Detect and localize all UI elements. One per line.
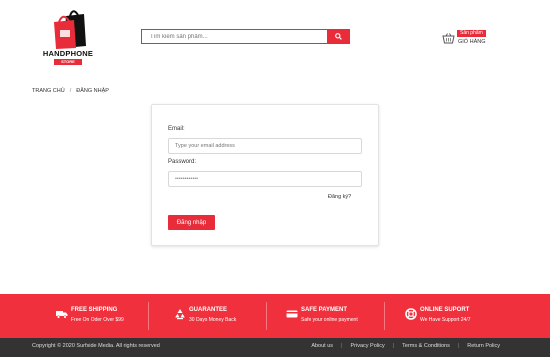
feature-subtitle: Safe your online payment [301, 317, 358, 323]
breadcrumb: TRANG CHỦ / ĐĂNG NHẬP [32, 88, 109, 94]
breadcrumb-home[interactable]: TRANG CHỦ [32, 88, 65, 94]
header: HANDPHONE STORE Sản phẩm GIỎ HÀNG [0, 0, 550, 80]
lifebuoy-icon [405, 308, 417, 320]
footer-link-about[interactable]: About us [311, 343, 333, 349]
login-button[interactable]: Đăng nhập [168, 215, 215, 230]
shopping-bags-icon [54, 10, 86, 49]
footer-link-divider: | [392, 343, 395, 349]
footer-link-divider: | [457, 343, 460, 349]
cart-button[interactable]: Sản phẩm GIỎ HÀNG [442, 30, 502, 48]
footer-links: About us | Privacy Policy | Terms & Conditio… [311, 343, 500, 349]
footer-link-return[interactable]: Return Policy [467, 343, 500, 349]
credit-card-icon [286, 310, 298, 318]
search-input[interactable] [141, 29, 327, 44]
search-button[interactable] [327, 29, 350, 44]
cart-basket-icon [442, 33, 455, 44]
register-link[interactable]: Đăng ký? [328, 194, 351, 200]
feature-title: SAFE PAYMENT [301, 307, 348, 313]
feature-divider [384, 302, 385, 330]
feature-title: FREE SHIPPING [71, 307, 118, 313]
store-logo[interactable]: HANDPHONE STORE [36, 6, 100, 68]
feature-divider [266, 302, 267, 330]
password-label: Password: [168, 159, 197, 165]
search-bar [141, 29, 350, 44]
email-field[interactable] [168, 138, 362, 154]
search-icon [335, 33, 342, 40]
copyright-text: Copyright © 2020 Surfside Media. All rig… [32, 343, 160, 349]
footer: Copyright © 2020 Surfside Media. All rig… [0, 338, 550, 357]
feature-subtitle: Free On Oder Over $99 [71, 317, 124, 323]
feature-subtitle: We Have Support 24/7 [420, 317, 471, 323]
feature-subtitle: 30 Days Money Back [189, 317, 237, 323]
footer-link-divider: | [341, 343, 343, 349]
truck-icon [56, 311, 68, 319]
breadcrumb-current: ĐĂNG NHẬP [76, 88, 109, 94]
recycle-icon [175, 309, 185, 320]
feature-title: GUARANTEE [189, 307, 228, 313]
features-band: FREE SHIPPING Free On Oder Over $99 GUAR… [0, 294, 550, 338]
login-form: Email: Password: Đăng ký? Đăng nhập [151, 104, 379, 246]
cart-label: GIỎ HÀNG [458, 39, 486, 45]
email-label: Email: [168, 126, 185, 132]
logo-subtext: STORE [54, 59, 82, 65]
password-field[interactable] [168, 171, 362, 187]
logo-text: HANDPHONE [42, 49, 94, 58]
breadcrumb-separator: / [69, 88, 72, 94]
footer-link-privacy[interactable]: Privacy Policy [350, 343, 384, 349]
feature-divider [148, 302, 149, 330]
feature-title: ONLINE SUPORT [420, 307, 470, 313]
footer-link-terms[interactable]: Terms & Conditions [402, 343, 450, 349]
cart-badge: Sản phẩm [457, 30, 486, 37]
